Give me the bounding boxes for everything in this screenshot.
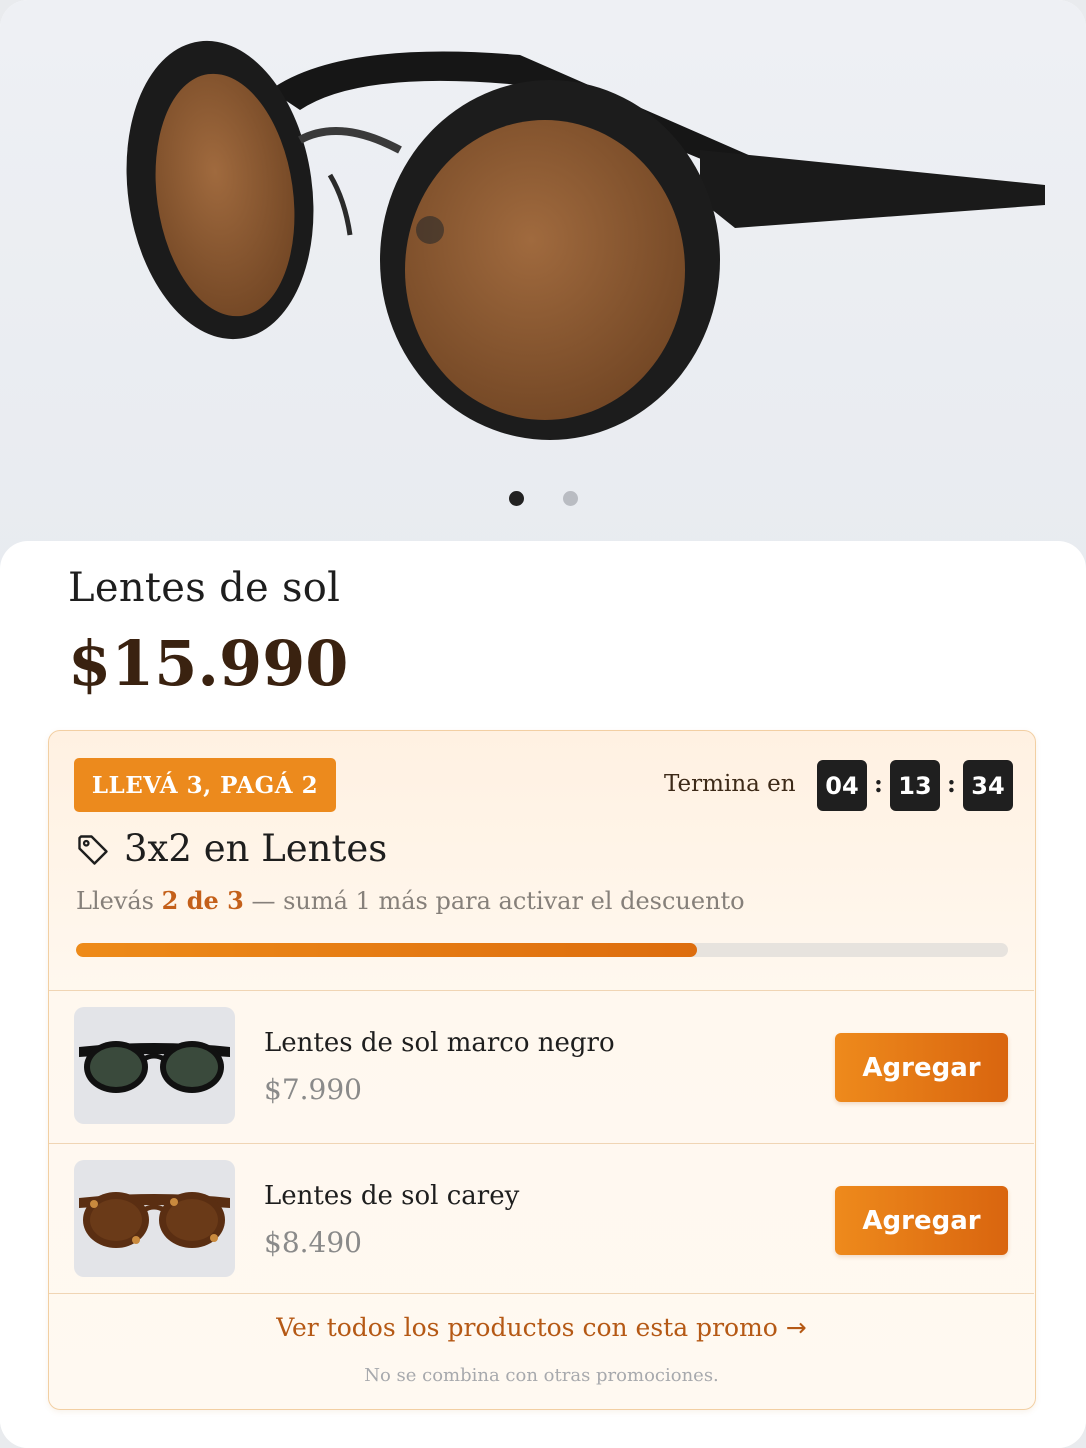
countdown-separator: : bbox=[947, 769, 956, 798]
tortoise-sunglasses-image bbox=[79, 1192, 230, 1248]
countdown-label: Termina en bbox=[664, 771, 796, 797]
product-image-carousel[interactable] bbox=[0, 0, 1086, 590]
product-card: Lentes de sol $15.990 LLEVÁ 3, PAGÁ 2 Te… bbox=[0, 0, 1086, 1448]
promo-progress-fill bbox=[76, 943, 698, 957]
see-all-label: Ver todos los productos con esta promo bbox=[276, 1313, 778, 1342]
progress-count: 2 de 3 bbox=[161, 886, 244, 915]
product-price: $15.990 bbox=[68, 627, 349, 700]
promo-item-name[interactable]: Lentes de sol carey bbox=[264, 1181, 519, 1211]
promo-item-price: $7.990 bbox=[264, 1073, 362, 1106]
add-button[interactable]: Agregar bbox=[835, 1186, 1008, 1255]
progress-suffix: — sumá 1 más para activar el descuento bbox=[251, 887, 745, 915]
countdown-hours: 04 bbox=[817, 760, 867, 811]
promo-progress-bar bbox=[76, 943, 1008, 957]
carousel-dot-2[interactable] bbox=[563, 491, 578, 506]
add-button[interactable]: Agregar bbox=[835, 1033, 1008, 1102]
divider bbox=[49, 1293, 1034, 1294]
promo-progress-text: Llevás 2 de 3 — sumá 1 más para activar … bbox=[76, 886, 745, 915]
product-thumbnail[interactable] bbox=[74, 1007, 235, 1124]
black-sunglasses-image bbox=[79, 1041, 230, 1093]
promo-panel: LLEVÁ 3, PAGÁ 2 Termina en 04 : 13 : 34 … bbox=[48, 730, 1036, 1410]
promo-item: Lentes de sol marco negro $7.990 Agregar bbox=[49, 991, 1034, 1143]
promo-footnote: No se combina con otras promociones. bbox=[364, 1365, 719, 1386]
promo-badge: LLEVÁ 3, PAGÁ 2 bbox=[74, 758, 336, 812]
countdown-minutes: 13 bbox=[890, 760, 940, 811]
tag-icon bbox=[78, 835, 108, 865]
promo-item: Lentes de sol carey $8.490 Agregar bbox=[49, 1144, 1034, 1296]
product-thumbnail[interactable] bbox=[74, 1160, 235, 1277]
promo-item-name[interactable]: Lentes de sol marco negro bbox=[264, 1028, 615, 1058]
sunglasses-image bbox=[126, 40, 1045, 440]
countdown-separator: : bbox=[874, 769, 883, 798]
progress-prefix: Llevás bbox=[76, 887, 154, 915]
countdown-seconds: 34 bbox=[963, 760, 1013, 811]
carousel-dot-1[interactable] bbox=[509, 491, 524, 506]
product-title: Lentes de sol bbox=[68, 565, 341, 611]
promo-item-price: $8.490 bbox=[264, 1226, 362, 1259]
carousel-dots bbox=[0, 491, 1086, 507]
promo-title: 3x2 en Lentes bbox=[124, 827, 388, 870]
product-details: Lentes de sol $15.990 LLEVÁ 3, PAGÁ 2 Te… bbox=[0, 541, 1086, 1448]
arrow-right-icon: → bbox=[785, 1313, 807, 1342]
see-all-link[interactable]: Ver todos los productos con esta promo → bbox=[49, 1313, 1034, 1342]
